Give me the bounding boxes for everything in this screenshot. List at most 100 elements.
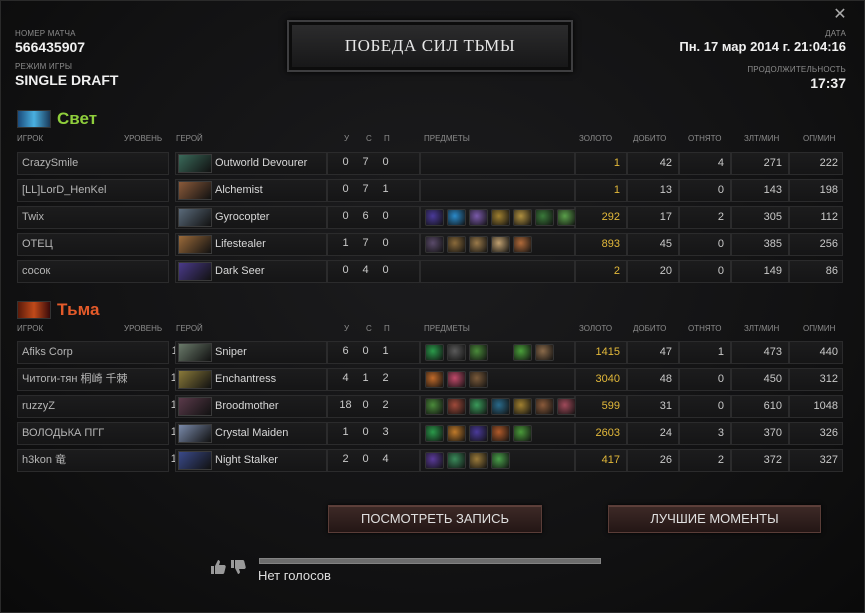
close-icon[interactable]: ✕ (832, 7, 848, 23)
player-name[interactable]: [LL]LorD_HenKel (17, 179, 169, 202)
column-header-level: УРОВЕНЬ (124, 324, 163, 333)
item-icon[interactable] (469, 236, 488, 253)
column-header-player: ИГРОК (17, 134, 44, 143)
hero-cell[interactable]: Night Stalker (175, 449, 327, 472)
player-name[interactable]: ВОЛОДЬКА ПГГ (17, 422, 169, 445)
item-icon[interactable] (491, 425, 510, 442)
player-name[interactable]: ОТЕЦ (17, 233, 169, 256)
player-row[interactable]: Afiks Corp11Sniper6011415471473440 (17, 341, 843, 364)
item-icon[interactable] (447, 398, 466, 415)
hero-cell[interactable]: Crystal Maiden (175, 422, 327, 445)
gpm-value: 149 (731, 260, 789, 283)
item-icon[interactable] (469, 344, 488, 361)
item-icon[interactable] (491, 344, 510, 361)
gpm-value: 610 (731, 395, 789, 418)
gold-value: 2 (575, 260, 627, 283)
gold-value: 1 (575, 179, 627, 202)
item-icon[interactable] (535, 209, 554, 226)
item-icon[interactable] (447, 452, 466, 469)
hero-cell[interactable]: Enchantress (175, 368, 327, 391)
assists-value: 0 (382, 264, 389, 276)
hero-cell[interactable]: Outworld Devourer (175, 152, 327, 175)
item-icon[interactable] (447, 209, 466, 226)
result-title: ПОБЕДА СИЛ ТЬМЫ (344, 36, 516, 55)
player-name[interactable]: ruzzyZ (17, 395, 169, 418)
deaths-value: 4 (362, 264, 369, 276)
item-icon[interactable] (513, 209, 532, 226)
item-icon[interactable] (469, 425, 488, 442)
item-icon[interactable] (513, 344, 532, 361)
hero-portrait (178, 370, 212, 389)
item-icon[interactable] (425, 425, 444, 442)
item-icon[interactable] (425, 398, 444, 415)
player-row[interactable]: h3kon 竜10Night Stalker204417262372327 (17, 449, 843, 472)
thumb-up-icon[interactable] (209, 558, 227, 576)
item-icon[interactable] (491, 398, 510, 415)
game-mode-label: РЕЖИМ ИГРЫ (15, 62, 73, 71)
player-name[interactable]: Twix (17, 206, 169, 229)
item-icon[interactable] (491, 236, 510, 253)
item-icon[interactable] (557, 398, 576, 415)
deaths-value: 0 (362, 345, 369, 357)
item-icon[interactable] (535, 398, 554, 415)
item-icon[interactable] (513, 398, 532, 415)
column-header-xpm: ОП/МИН (803, 324, 836, 333)
player-name[interactable]: Afiks Corp (17, 341, 169, 364)
item-icon[interactable] (425, 236, 444, 253)
player-row[interactable]: Twix5Gyrocopter060292172305112 (17, 206, 843, 229)
item-icon[interactable] (513, 425, 532, 442)
item-icon[interactable] (447, 344, 466, 361)
item-icon[interactable] (469, 371, 488, 388)
item-icon[interactable] (469, 209, 488, 226)
denies-value: 2 (679, 449, 731, 472)
xpm-value: 112 (789, 206, 843, 229)
hero-cell[interactable]: Gyrocopter (175, 206, 327, 229)
last-hits-value: 13 (627, 179, 679, 202)
column-header-gpm: ЗЛТ/МИН (744, 324, 780, 333)
player-row[interactable]: ОТЕЦ9Lifestealer170893450385256 (17, 233, 843, 256)
item-icon[interactable] (447, 371, 466, 388)
kills-value: 0 (342, 183, 349, 195)
xpm-value: 440 (789, 341, 843, 364)
column-header-denies: ОТНЯТО (688, 134, 722, 143)
hero-cell[interactable]: Lifestealer (175, 233, 327, 256)
item-icon[interactable] (469, 398, 488, 415)
item-icon[interactable] (535, 344, 554, 361)
denies-value: 0 (679, 395, 731, 418)
assists-value: 1 (382, 345, 389, 357)
player-row[interactable]: CrazySmile8Outworld Devourer070142427122… (17, 152, 843, 175)
player-name[interactable]: сосок (17, 260, 169, 283)
hero-cell[interactable]: Broodmother (175, 395, 327, 418)
hero-name: Lifestealer (215, 238, 266, 250)
item-icon[interactable] (557, 209, 576, 226)
deaths-value: 0 (362, 453, 369, 465)
hero-cell[interactable]: Dark Seer (175, 260, 327, 283)
item-icon[interactable] (491, 209, 510, 226)
hero-name: Gyrocopter (215, 211, 270, 223)
item-icon[interactable] (513, 236, 532, 253)
item-icon[interactable] (447, 236, 466, 253)
hero-name: Dark Seer (215, 265, 265, 277)
item-icon[interactable] (447, 425, 466, 442)
thumb-down-icon[interactable] (229, 558, 247, 576)
player-row[interactable]: ruzzyZ18Broodmother18025993106101048 (17, 395, 843, 418)
item-icon[interactable] (425, 209, 444, 226)
player-row[interactable]: сосок5Dark Seer040220014986 (17, 260, 843, 283)
item-icon[interactable] (425, 344, 444, 361)
hero-cell[interactable]: Sniper (175, 341, 327, 364)
player-row[interactable]: ВОЛОДЬКА ПГГ10Crystal Maiden103260324337… (17, 422, 843, 445)
watch-replay-button[interactable]: ПОСМОТРЕТЬ ЗАПИСЬ (328, 505, 542, 533)
player-name[interactable]: Читоги-тян 桐崎 千棘 (17, 368, 169, 391)
gold-value: 2603 (575, 422, 627, 445)
column-header-last-hits: ДОБИТО (633, 134, 667, 143)
hero-cell[interactable]: Alchemist (175, 179, 327, 202)
player-row[interactable]: [LL]LorD_HenKel8Alchemist0711130143198 (17, 179, 843, 202)
highlights-button[interactable]: ЛУЧШИЕ МОМЕНТЫ (608, 505, 821, 533)
item-icon[interactable] (491, 452, 510, 469)
item-icon[interactable] (425, 371, 444, 388)
item-icon[interactable] (469, 452, 488, 469)
item-icon[interactable] (425, 452, 444, 469)
player-row[interactable]: Читоги-тян 桐崎 千棘10Enchantress41230404804… (17, 368, 843, 391)
player-name[interactable]: h3kon 竜 (17, 449, 169, 472)
player-name[interactable]: CrazySmile (17, 152, 169, 175)
